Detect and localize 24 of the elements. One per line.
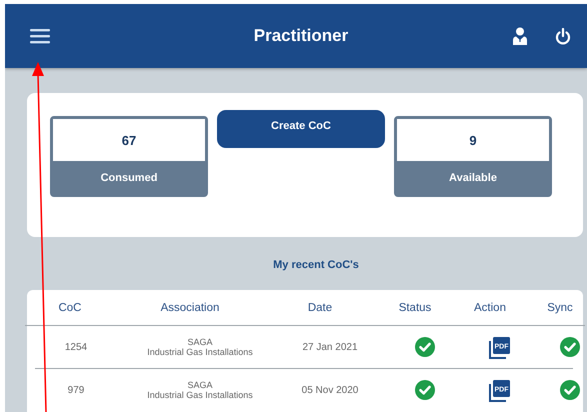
association-name: SAGA [187,380,212,390]
date-text: 05 Nov 2020 [300,384,360,396]
association-type: Industrial Gas Installations [147,347,253,357]
menu-icon[interactable] [30,28,50,44]
association-type: Industrial Gas Installations [147,390,253,400]
column-header: Action [473,302,507,314]
section-title: My recent CoC's [272,259,360,273]
column-header: CoC [57,302,82,314]
consumed-label: Consumed [100,170,158,186]
coc-number: 1254 [64,342,88,352]
date-text: 27 Jan 2021 [301,342,359,352]
column-header: Association [160,302,220,314]
user-icon[interactable] [512,27,528,45]
association-name: SAGA [187,337,212,347]
coc-number: 979 [66,384,86,396]
page-title: Practitioner [252,26,350,46]
column-header: Status [398,302,432,314]
available-label: Available [448,170,498,186]
available-count: 9 [397,119,549,161]
power-icon[interactable] [555,28,571,44]
create-button[interactable]: Create CoC [217,110,385,148]
column-header: Date [306,302,334,314]
column-header: Sync [546,302,574,314]
consumed-count: 67 [53,119,205,161]
